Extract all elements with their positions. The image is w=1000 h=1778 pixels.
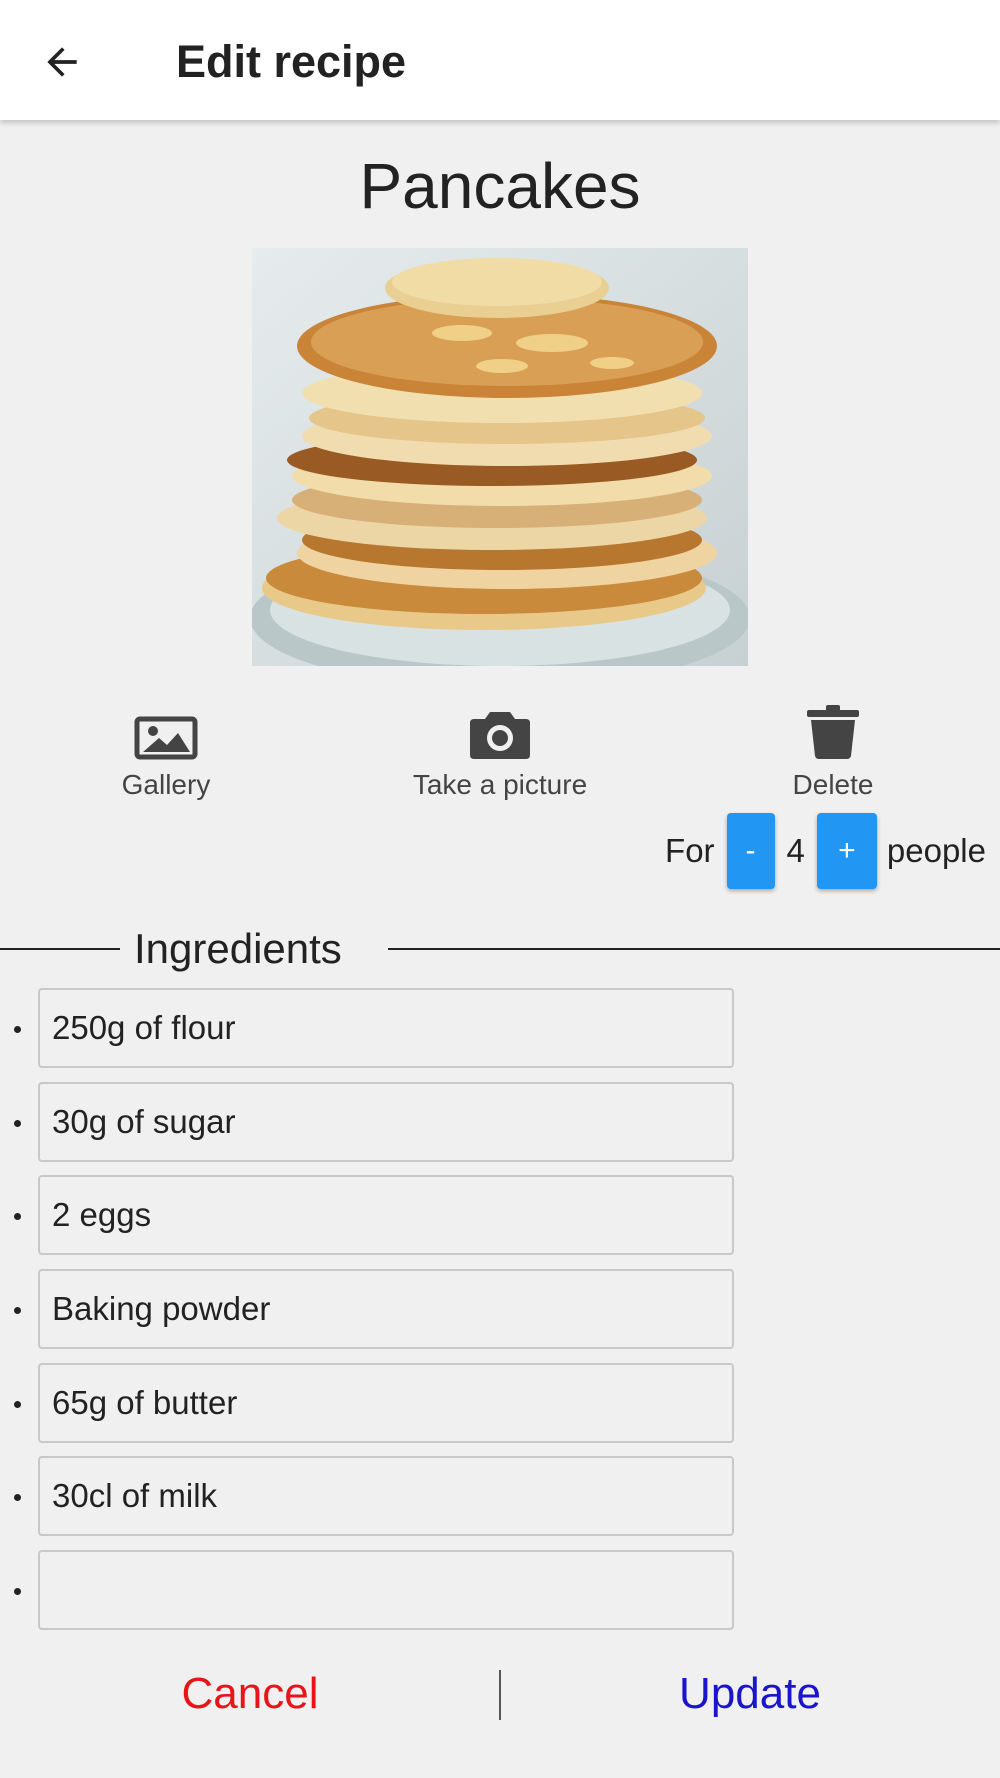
camera-icon: [470, 712, 530, 759]
gallery-label: Gallery: [121, 769, 211, 800]
servings-suffix: people: [886, 832, 986, 869]
list-item: [0, 1269, 1000, 1351]
list-item: [0, 1456, 1000, 1538]
servings-prefix: For: [665, 832, 715, 869]
list-item: [0, 1363, 1000, 1445]
delete-photo-button[interactable]: Delete: [713, 694, 953, 802]
arrow-left-icon: [47, 47, 77, 77]
ingredient-input[interactable]: [38, 1175, 734, 1255]
list-item: [0, 1082, 1000, 1164]
cancel-button[interactable]: Cancel: [0, 1664, 500, 1724]
bullet-icon: [14, 1026, 21, 1033]
bullet-icon: [14, 1307, 21, 1314]
bullet-icon: [14, 1213, 21, 1220]
app-bar: Edit recipe: [0, 0, 1000, 120]
ingredient-input[interactable]: [38, 1269, 734, 1349]
new-ingredient-input[interactable]: [38, 1550, 734, 1630]
image-icon: [134, 716, 198, 760]
list-item: [0, 1550, 1000, 1632]
bullet-icon: [14, 1401, 21, 1408]
take-picture-button[interactable]: Take a picture: [380, 694, 620, 802]
trash-icon: [807, 705, 859, 759]
divider: [0, 948, 120, 950]
list-item: [0, 1175, 1000, 1257]
back-button[interactable]: [30, 30, 94, 94]
ingredient-input[interactable]: [38, 1082, 734, 1162]
servings-count: 4: [786, 832, 805, 869]
delete-label: Delete: [792, 769, 874, 800]
ingredient-input[interactable]: [38, 1456, 734, 1536]
recipe-name: Pancakes: [359, 150, 641, 222]
divider: [388, 948, 1000, 950]
increase-servings-button[interactable]: +: [816, 813, 877, 889]
list-item: [0, 988, 1000, 1070]
decrease-servings-button[interactable]: -: [726, 813, 775, 889]
take-picture-label: Take a picture: [412, 769, 588, 800]
update-button[interactable]: Update: [500, 1664, 1000, 1724]
servings-stepper: For - 4 + people: [665, 812, 986, 890]
gallery-button[interactable]: Gallery: [46, 694, 286, 802]
page-title: Edit recipe: [176, 36, 407, 87]
ingredient-input[interactable]: [38, 988, 734, 1068]
ingredient-input[interactable]: [38, 1363, 734, 1443]
ingredients-section-header: Ingredients: [0, 920, 1000, 978]
bullet-icon: [14, 1588, 21, 1595]
ingredients-heading: Ingredients: [134, 925, 342, 972]
recipe-photo: [252, 248, 748, 666]
bullet-icon: [14, 1120, 21, 1127]
bullet-icon: [14, 1494, 21, 1501]
